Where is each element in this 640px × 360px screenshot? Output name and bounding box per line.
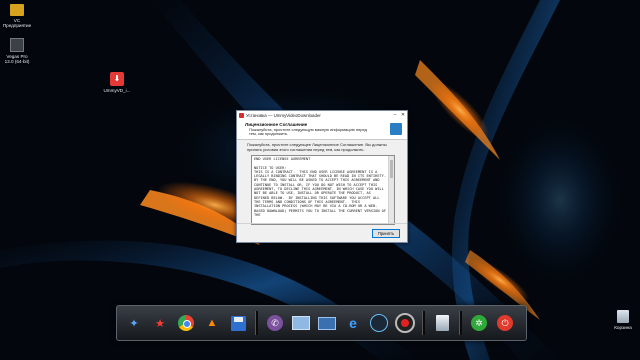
wizard-header: Лицензионное Соглашение Пожалуйста, проч…: [237, 119, 407, 140]
desktop-icon-1c[interactable]: VC Предприятие: [0, 4, 34, 29]
vegas-pro-icon: [10, 38, 24, 52]
viber-icon[interactable]: ✆: [264, 312, 286, 334]
shutdown-icon[interactable]: ⏻: [494, 312, 516, 334]
recycle-bin-icon[interactable]: [431, 312, 453, 334]
license-scrollbar[interactable]: [388, 156, 394, 224]
desktop-icon-ummy[interactable]: ⬇ UmmyVD_i...: [100, 72, 134, 93]
dock-separator: [459, 311, 462, 335]
license-text: END USER LICENSE AGREEMENT NOTICE TO USE…: [254, 157, 386, 217]
minimize-icon[interactable]: –: [391, 112, 399, 118]
star-app-icon[interactable]: ✦: [123, 312, 145, 334]
desktop-icon-label: Корзина: [614, 325, 632, 330]
app-icon: [239, 112, 244, 118]
close-icon[interactable]: ✕: [399, 112, 407, 118]
desktop-icon-label: VC Предприятие: [2, 18, 32, 29]
desktop-icon-label: UmmyVD_i...: [103, 88, 131, 93]
internet-explorer-icon[interactable]: e: [342, 312, 364, 334]
title-bar[interactable]: Установка — UmmyVideoDownloader – ✕: [237, 111, 407, 119]
window-title: Установка — UmmyVideoDownloader: [246, 112, 321, 118]
youtube-downloader-icon: ⬇: [110, 72, 124, 86]
network-icon[interactable]: [316, 312, 338, 334]
desktop: VC Предприятие Vegas Pro 13.0 (64-bit) ⬇…: [0, 0, 640, 360]
desktop-icon-vegas-pro[interactable]: Vegas Pro 13.0 (64-bit): [0, 38, 34, 65]
desktop-icon-label: 13.0 (64-bit): [4, 59, 30, 65]
instructions-text: Пожалуйста, прочтите следующее Лицензион…: [247, 142, 387, 152]
accept-button[interactable]: Принять: [372, 229, 400, 238]
installer-window[interactable]: Установка — UmmyVideoDownloader – ✕ Лице…: [236, 110, 408, 243]
vlc-icon[interactable]: ▲: [201, 312, 223, 334]
pokerstars-icon[interactable]: ★: [149, 312, 171, 334]
header-subtitle: Пожалуйста, прочтите следующую важную ин…: [249, 126, 367, 137]
desktop-icon-recycle-bin[interactable]: Корзина: [606, 310, 640, 330]
wizard-body: Пожалуйста, прочтите следующее Лицензион…: [237, 140, 407, 242]
dock: ✦ ★ ▲ ✆ e ✲ ⏻: [116, 305, 527, 341]
dock-separator: [422, 311, 425, 335]
chrome-icon[interactable]: [175, 312, 197, 334]
photo-viewer-icon[interactable]: [290, 312, 312, 334]
save-disk-icon[interactable]: [227, 312, 249, 334]
license-textbox[interactable]: END USER LICENSE AGREEMENT NOTICE TO USE…: [251, 155, 395, 225]
scrollbar-thumb[interactable]: [390, 160, 393, 178]
steam-icon[interactable]: [368, 312, 390, 334]
1c-app-icon: [10, 4, 24, 16]
dock-separator: [255, 311, 258, 335]
power-settings-icon[interactable]: ✲: [468, 312, 490, 334]
recycle-bin-icon: [617, 310, 629, 323]
wizard-footer: Принять: [237, 223, 407, 242]
record-icon[interactable]: [394, 312, 416, 334]
installer-logo-icon: [390, 123, 402, 135]
